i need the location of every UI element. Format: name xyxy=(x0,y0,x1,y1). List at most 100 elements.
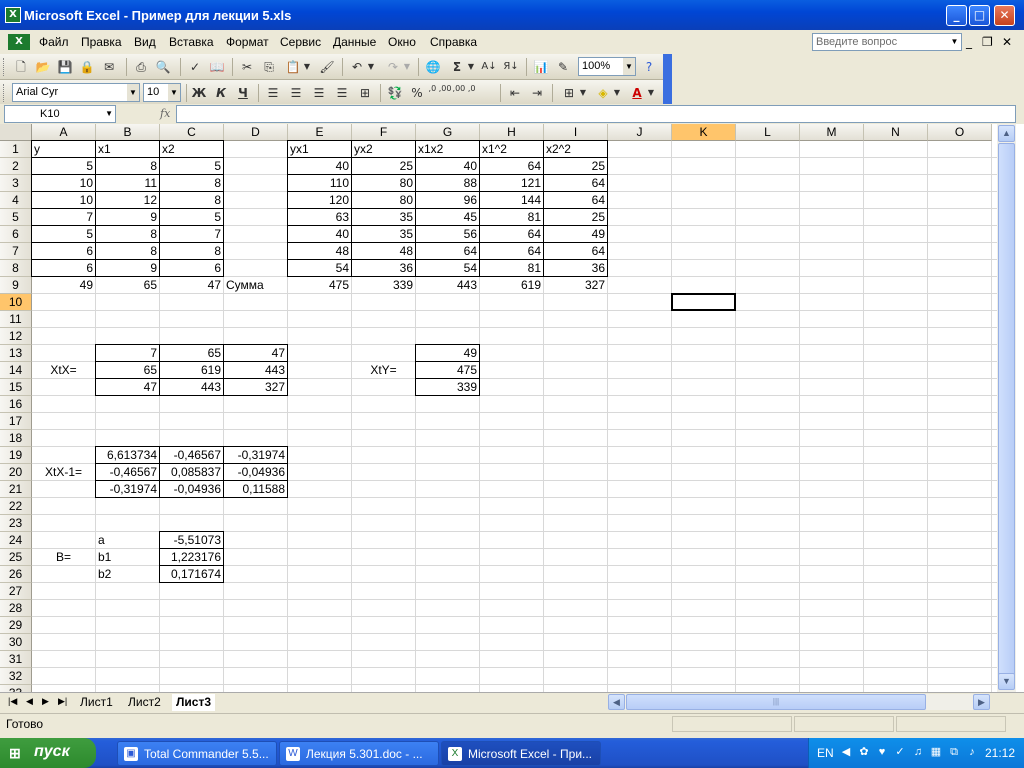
cell-f7[interactable]: 48 xyxy=(352,243,415,260)
cell-c8[interactable]: 6 xyxy=(160,260,223,277)
row-header-13[interactable]: 13 xyxy=(0,345,32,362)
scroll-left-icon[interactable]: ◀ xyxy=(608,694,625,710)
percent-button[interactable]: % xyxy=(408,84,426,102)
cell-c25[interactable]: 1,223176 xyxy=(160,549,223,566)
column-header-k[interactable]: K xyxy=(672,124,736,141)
cell-c26[interactable]: 0,171674 xyxy=(160,566,223,583)
row-header-28[interactable]: 28 xyxy=(0,600,32,617)
cell-b13[interactable]: 7 xyxy=(96,345,159,362)
help-icon[interactable]: ? xyxy=(640,58,658,76)
row-header-5[interactable]: 5 xyxy=(0,209,32,226)
cell-e6[interactable]: 40 xyxy=(288,226,351,243)
permission-icon[interactable]: 🔒 xyxy=(78,58,96,76)
formula-input[interactable] xyxy=(176,105,1016,123)
decrease-decimal-button[interactable]: ,00 ,0 xyxy=(452,84,476,102)
align-center-icon[interactable]: ☰ xyxy=(287,84,305,102)
ask-question-input[interactable]: Введите вопрос ▼ xyxy=(812,33,962,51)
cell-c24[interactable]: -5,51073 xyxy=(160,532,223,549)
tray-app-icon[interactable]: ♥ xyxy=(875,745,889,759)
cell-h3[interactable]: 121 xyxy=(480,175,543,192)
cell-d21[interactable]: 0,11588 xyxy=(224,481,287,498)
spelling-icon[interactable]: ✓ xyxy=(186,58,204,76)
align-left-icon[interactable]: ☰ xyxy=(264,84,282,102)
menu-edit[interactable]: Правка xyxy=(81,35,122,49)
menu-file[interactable]: Файл xyxy=(39,35,69,49)
font-color-icon[interactable]: A xyxy=(628,84,646,102)
currency-icon[interactable]: 💱 xyxy=(386,84,404,102)
chart-wizard-icon[interactable]: 📊 xyxy=(532,58,550,76)
cell-e9[interactable]: 475 xyxy=(288,277,351,294)
cell-b14[interactable]: 65 xyxy=(96,362,159,379)
column-header-h[interactable]: H xyxy=(480,124,544,141)
cell-a1[interactable]: y xyxy=(32,141,95,158)
column-header-d[interactable]: D xyxy=(224,124,288,141)
cell-e1[interactable]: yx1 xyxy=(288,141,351,158)
italic-button[interactable]: К xyxy=(212,84,230,102)
cell-b1[interactable]: x1 xyxy=(96,141,159,158)
chevron-down-icon[interactable]: ▼ xyxy=(168,84,180,101)
maximize-button[interactable]: □ xyxy=(969,5,990,26)
row-header-14[interactable]: 14 xyxy=(0,362,32,379)
cell-g4[interactable]: 96 xyxy=(416,192,479,209)
menu-help[interactable]: Справка xyxy=(430,35,477,49)
cell-b7[interactable]: 8 xyxy=(96,243,159,260)
horizontal-scroll-thumb[interactable]: ||| xyxy=(626,694,926,710)
row-header-29[interactable]: 29 xyxy=(0,617,32,634)
row-header-31[interactable]: 31 xyxy=(0,651,32,668)
undo-icon[interactable]: ↶ xyxy=(348,58,366,76)
cell-g7[interactable]: 64 xyxy=(416,243,479,260)
save-icon[interactable]: 💾 xyxy=(56,58,74,76)
chevron-down-icon[interactable]: ▼ xyxy=(948,34,961,50)
cell-h8[interactable]: 81 xyxy=(480,260,543,277)
cell-f9[interactable]: 339 xyxy=(352,277,415,294)
row-header-7[interactable]: 7 xyxy=(0,243,32,260)
cell-a25[interactable]: B= xyxy=(32,549,95,566)
cell-c1[interactable]: x2 xyxy=(160,141,223,158)
doc-restore-button[interactable]: ❐ xyxy=(982,35,993,49)
cell-g6[interactable]: 56 xyxy=(416,226,479,243)
cell-c3[interactable]: 8 xyxy=(160,175,223,192)
bold-button[interactable]: Ж xyxy=(190,84,208,102)
cell-b15[interactable]: 47 xyxy=(96,379,159,396)
prev-sheet-icon[interactable]: ◀ xyxy=(26,696,33,707)
cell-f5[interactable]: 35 xyxy=(352,209,415,226)
cell-c21[interactable]: -0,04936 xyxy=(160,481,223,498)
toolbar-options[interactable] xyxy=(663,54,672,80)
cell-i1[interactable]: x2^2 xyxy=(544,141,607,158)
row-header-22[interactable]: 22 xyxy=(0,498,32,515)
cell-h1[interactable]: x1^2 xyxy=(480,141,543,158)
cell-a3[interactable]: 10 xyxy=(32,175,95,192)
cell-b8[interactable]: 9 xyxy=(96,260,159,277)
cell-e2[interactable]: 40 xyxy=(288,158,351,175)
paste-icon[interactable]: 📋 xyxy=(284,58,302,76)
row-header-10[interactable]: 10 xyxy=(0,294,32,311)
row-header-23[interactable]: 23 xyxy=(0,515,32,532)
worksheet-grid[interactable]: A B C D E F G H I J K L M N O 1 2 3 4 5 6 7 8 9 10 11 12 13 14 15 16 17… xyxy=(0,124,1024,692)
cell-b9[interactable]: 65 xyxy=(96,277,159,294)
row-header-8[interactable]: 8 xyxy=(0,260,32,277)
column-header-l[interactable]: L xyxy=(736,124,800,141)
cell-e5[interactable]: 63 xyxy=(288,209,351,226)
cell-h4[interactable]: 144 xyxy=(480,192,543,209)
toolbar-grip[interactable] xyxy=(3,84,6,102)
task-excel[interactable]: X Microsoft Excel - При... xyxy=(441,741,601,766)
email-icon[interactable]: ✉ xyxy=(100,58,118,76)
cell-e3[interactable]: 110 xyxy=(288,175,351,192)
cell-c20[interactable]: 0,085837 xyxy=(160,464,223,481)
row-header-16[interactable]: 16 xyxy=(0,396,32,413)
align-right-icon[interactable]: ☰ xyxy=(310,84,328,102)
column-header-n[interactable]: N xyxy=(864,124,928,141)
cell-g15[interactable]: 339 xyxy=(416,379,479,396)
column-header-g[interactable]: G xyxy=(416,124,480,141)
cell-c2[interactable]: 5 xyxy=(160,158,223,175)
column-header-e[interactable]: E xyxy=(288,124,352,141)
cell-h2[interactable]: 64 xyxy=(480,158,543,175)
cell-c19[interactable]: -0,46567 xyxy=(160,447,223,464)
cell-d14[interactable]: 443 xyxy=(224,362,287,379)
cell-f6[interactable]: 35 xyxy=(352,226,415,243)
network-icon[interactable]: ⧉ xyxy=(947,745,961,759)
cell-g5[interactable]: 45 xyxy=(416,209,479,226)
cell-b24[interactable]: a xyxy=(96,532,159,549)
borders-icon[interactable]: ⊞ xyxy=(560,84,578,102)
cell-i4[interactable]: 64 xyxy=(544,192,607,209)
